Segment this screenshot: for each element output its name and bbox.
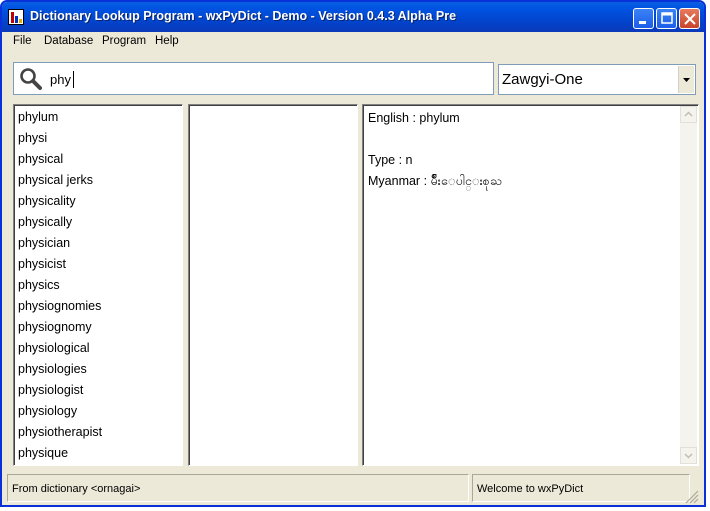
status-dictionary-text: From dictionary <ornagai> [12, 483, 141, 495]
definition-pane[interactable]: English : phylum Type : n Myanmar : မ်ိဳ… [362, 104, 699, 466]
status-bar: From dictionary <ornagai> Welcome to wxP… [7, 472, 699, 504]
word-list-item[interactable]: physiological [18, 341, 90, 355]
word-list-item[interactable]: physi [18, 131, 47, 145]
word-list-item[interactable]: physically [18, 215, 72, 229]
word-list-item[interactable]: physicist [18, 257, 66, 271]
maximize-icon [661, 12, 673, 24]
menu-bar: File Database Program Help [2, 32, 704, 52]
word-list-item[interactable]: physiognomy [18, 320, 92, 334]
status-message-text: Welcome to wxPyDict [477, 483, 584, 495]
word-list[interactable]: phylum physi physical physical jerks phy… [13, 104, 183, 466]
word-list-item[interactable]: physical jerks [18, 173, 93, 187]
scroll-down-button[interactable] [680, 447, 697, 464]
minimize-icon [639, 21, 646, 24]
status-dictionary: From dictionary <ornagai> [7, 474, 469, 502]
word-list-item[interactable]: physiotherapist [18, 425, 102, 439]
status-message: Welcome to wxPyDict [472, 474, 690, 502]
font-dropdown-value: Zawgyi-One [502, 71, 583, 88]
word-list-item[interactable]: physiologist [18, 383, 83, 397]
text-caret [73, 71, 74, 88]
app-icon [8, 9, 24, 25]
word-list-item[interactable]: physicality [18, 194, 76, 208]
word-list-item[interactable]: physical [18, 152, 63, 166]
secondary-list[interactable] [188, 104, 358, 466]
chevron-down-icon [683, 78, 690, 82]
scroll-up-button[interactable] [680, 106, 697, 123]
search-box[interactable] [13, 62, 494, 95]
close-icon [684, 13, 696, 25]
word-list-item[interactable]: physician [18, 236, 70, 250]
font-dropdown[interactable]: Zawgyi-One [498, 64, 696, 95]
definition-type: Type : n [368, 153, 413, 167]
word-list-item[interactable]: physiologies [18, 362, 87, 376]
window-title: Dictionary Lookup Program - wxPyDict - D… [30, 9, 457, 23]
definition-english: English : phylum [368, 111, 460, 125]
search-icon [20, 68, 42, 90]
menu-help[interactable]: Help [155, 35, 179, 47]
search-input[interactable] [50, 69, 470, 89]
menu-file[interactable]: File [13, 35, 32, 47]
app-window: Dictionary Lookup Program - wxPyDict - D… [0, 0, 706, 507]
close-button[interactable] [679, 8, 700, 29]
title-bar[interactable]: Dictionary Lookup Program - wxPyDict - D… [2, 2, 704, 32]
word-list-item[interactable]: physics [18, 278, 60, 292]
menu-program[interactable]: Program [102, 35, 146, 47]
menu-database[interactable]: Database [44, 35, 93, 47]
word-list-item[interactable]: physiology [18, 404, 77, 418]
chevron-down-icon [684, 453, 693, 459]
maximize-button[interactable] [656, 8, 677, 29]
resize-grip-icon[interactable] [683, 488, 699, 504]
word-list-item[interactable]: phylum [18, 110, 58, 124]
chevron-up-icon [684, 111, 693, 117]
word-list-item[interactable]: physiognomies [18, 299, 101, 313]
minimize-button[interactable] [633, 8, 654, 29]
definition-myanmar: Myanmar : မ်ိဳးေပါင္းစုႀ [368, 174, 502, 188]
dropdown-arrow-button[interactable] [678, 66, 694, 93]
word-list-item[interactable]: physique [18, 446, 68, 460]
definition-scrollbar[interactable] [680, 106, 697, 464]
